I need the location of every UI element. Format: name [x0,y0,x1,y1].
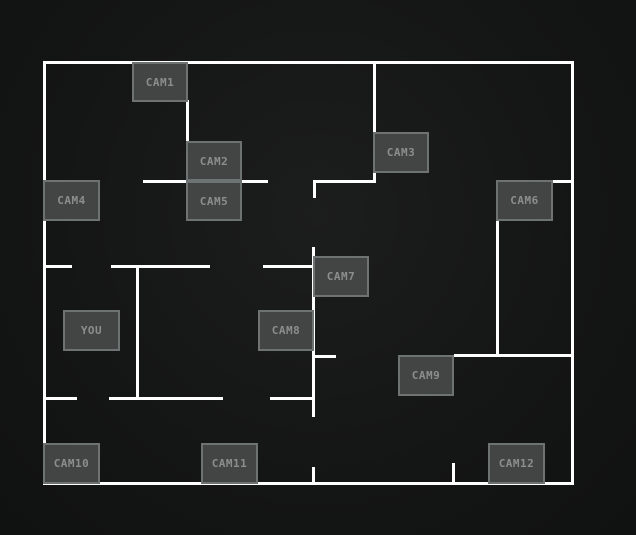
wall [496,220,499,356]
wall-outer-top [43,61,574,64]
camera-button-cam4[interactable]: CAM4 [43,180,100,221]
wall [43,265,72,268]
wall-outer-right [571,61,574,485]
camera-button-cam10[interactable]: CAM10 [43,443,100,484]
wall [313,180,316,198]
wall [452,463,455,483]
wall [270,397,313,400]
wall [109,397,223,400]
camera-button-cam5[interactable]: CAM5 [186,181,242,221]
wall [43,397,77,400]
camera-button-cam12[interactable]: CAM12 [488,443,545,484]
wall [454,354,572,357]
wall [111,265,210,268]
wall [186,100,189,142]
wall [553,180,573,183]
wall [313,180,376,183]
wall [312,467,315,483]
camera-button-cam1[interactable]: CAM1 [132,62,188,102]
camera-button-cam3[interactable]: CAM3 [373,132,429,173]
camera-button-cam11[interactable]: CAM11 [201,443,258,484]
camera-button-cam9[interactable]: CAM9 [398,355,454,396]
camera-button-cam2[interactable]: CAM2 [186,141,242,181]
camera-button-cam6[interactable]: CAM6 [496,180,553,221]
wall [313,355,336,358]
camera-button-cam7[interactable]: CAM7 [313,256,369,297]
camera-button-cam8[interactable]: CAM8 [258,310,314,351]
wall-outer-left [43,61,46,485]
player-location-marker: YOU [63,310,120,351]
wall [263,265,313,268]
wall [136,265,139,398]
